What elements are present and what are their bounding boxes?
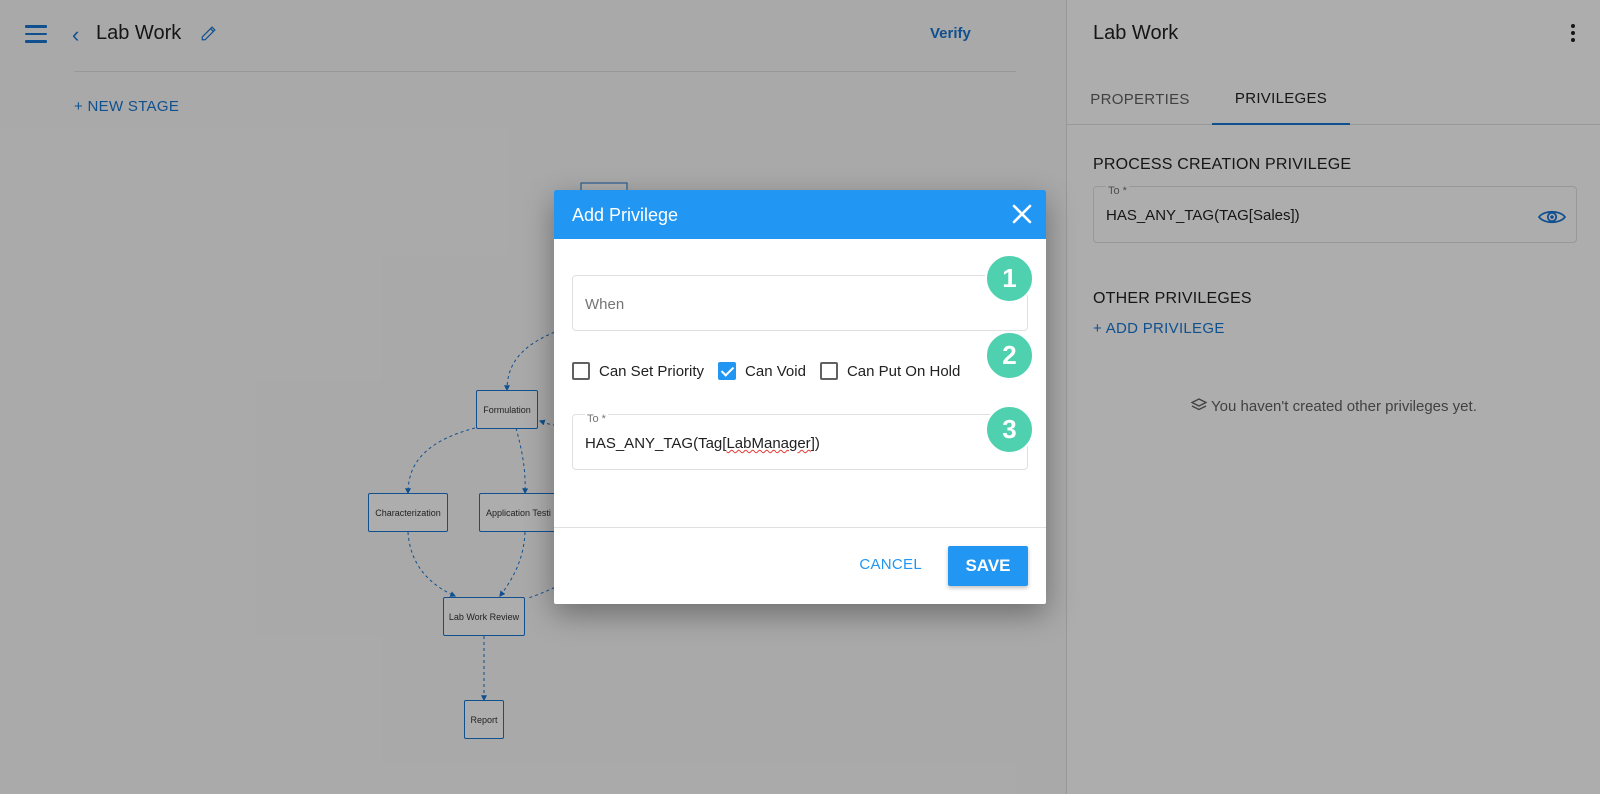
can-put-on-hold-checkbox[interactable]: Can Put On Hold xyxy=(819,362,961,380)
privilege-options: Can Set Priority Can Void Can Put On Hol… xyxy=(572,362,974,380)
can-put-on-hold-label: Can Put On Hold xyxy=(846,362,961,380)
close-icon[interactable] xyxy=(1010,202,1034,231)
can-void-checkbox[interactable]: Can Void xyxy=(718,362,806,380)
checkbox-box[interactable] xyxy=(819,362,838,380)
checkbox-box[interactable] xyxy=(572,362,590,380)
to-value: HAS_ANY_TAG(Tag[LabManager]) xyxy=(585,435,820,452)
when-input[interactable]: When xyxy=(572,275,1028,331)
save-button[interactable]: SAVE xyxy=(948,546,1028,586)
to-value-tag: LabManager xyxy=(726,435,811,452)
dialog-title: Add Privilege xyxy=(572,205,679,225)
to-label: To * xyxy=(585,413,608,425)
callout-badge-3: 3 xyxy=(985,405,1034,454)
callout-badge-2: 2 xyxy=(985,331,1034,380)
can-void-label: Can Void xyxy=(745,362,806,380)
add-privilege-dialog: Add Privilege When Can Set Priority Can … xyxy=(554,190,1046,604)
to-value-prefix: HAS_ANY_TAG(Tag[ xyxy=(585,435,727,452)
can-set-priority-label: Can Set Priority xyxy=(599,362,705,380)
dialog-header: Add Privilege xyxy=(554,190,1046,239)
can-set-priority-checkbox[interactable]: Can Set Priority xyxy=(572,362,704,380)
to-input[interactable]: To * HAS_ANY_TAG(Tag[LabManager]) xyxy=(572,413,1028,470)
dialog-divider xyxy=(554,527,1046,528)
to-value-suffix: ]) xyxy=(810,435,820,452)
callout-badge-1: 1 xyxy=(985,254,1034,303)
checkbox-box-checked[interactable] xyxy=(718,362,737,380)
cancel-button[interactable]: CANCEL xyxy=(859,556,922,573)
when-placeholder: When xyxy=(585,296,625,313)
